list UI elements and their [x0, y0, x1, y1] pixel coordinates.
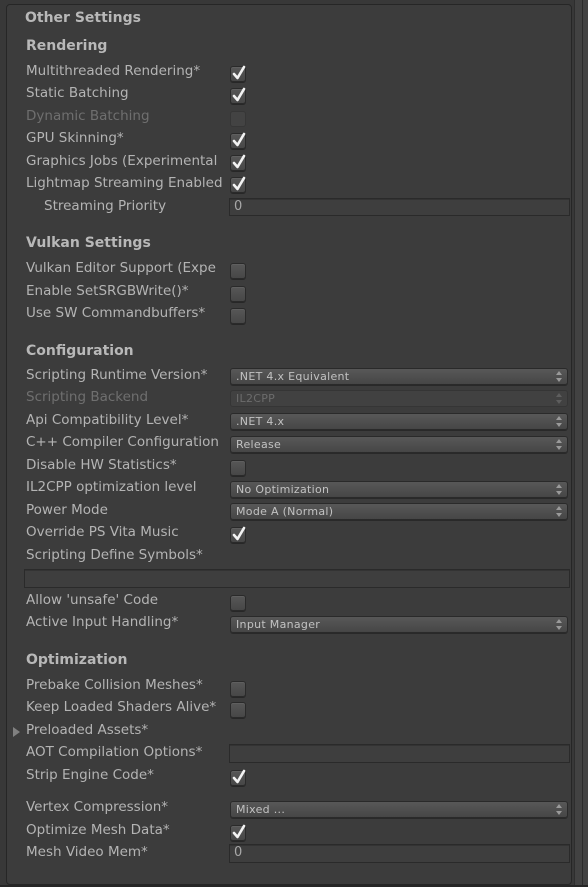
api-compat-dropdown[interactable]: .NET 4.x — [230, 413, 568, 430]
power-mode-dropdown[interactable]: Mode A (Normal) — [230, 503, 568, 520]
section-rendering: Rendering — [26, 38, 108, 54]
keep-shaders-checkbox[interactable] — [230, 702, 246, 718]
set-srgb-write-checkbox[interactable] — [230, 286, 246, 302]
strip-engine-checkbox[interactable] — [230, 769, 246, 786]
gpu-skinning-label: GPU Skinning* — [26, 130, 124, 146]
mesh-video-mem-value: 0 — [234, 845, 243, 860]
define-symbols-field[interactable] — [24, 569, 570, 588]
vertex-compression-label: Vertex Compression* — [26, 799, 169, 815]
checkmark-icon — [232, 132, 246, 147]
streaming-priority-value: 0 — [234, 199, 243, 214]
prebake-collision-label: Prebake Collision Meshes* — [26, 677, 203, 693]
dropdown-arrows-icon — [556, 804, 562, 815]
aot-options-field[interactable] — [229, 744, 570, 763]
vulkan-editor-support-checkbox[interactable] — [230, 263, 246, 279]
checkmark-icon — [232, 176, 246, 191]
scrollbar-divider — [582, 0, 583, 887]
checkmark-icon — [232, 154, 246, 169]
active-input-label: Active Input Handling* — [26, 614, 179, 630]
il2cpp-opt-dropdown[interactable]: No Optimization — [230, 481, 568, 498]
vertex-compression-value: Mixed ... — [236, 803, 286, 816]
dropdown-arrows-icon — [556, 393, 562, 404]
lightmap-streaming-checkbox[interactable] — [230, 176, 246, 193]
foldout-arrow-icon[interactable] — [13, 727, 20, 737]
multithreaded-rendering-checkbox[interactable] — [230, 65, 246, 82]
cpp-compiler-value: Release — [236, 438, 282, 451]
gpu-skinning-checkbox[interactable] — [230, 132, 246, 149]
static-batching-checkbox[interactable] — [230, 87, 246, 104]
allow-unsafe-checkbox[interactable] — [230, 595, 246, 611]
scripting-backend-dropdown: IL2CPP — [230, 390, 568, 407]
set-srgb-write-label: Enable SetSRGBWrite()* — [26, 283, 189, 299]
disable-hw-stats-label: Disable HW Statistics* — [26, 457, 177, 473]
dropdown-arrows-icon — [556, 371, 562, 382]
override-vita-music-checkbox[interactable] — [230, 526, 246, 543]
checkmark-icon — [232, 87, 246, 102]
checkmark-icon — [232, 526, 246, 541]
scripting-backend-value: IL2CPP — [236, 392, 276, 405]
vertex-compression-dropdown[interactable]: Mixed ... — [230, 801, 568, 818]
lightmap-streaming-label: Lightmap Streaming Enabled — [26, 175, 223, 191]
active-input-dropdown[interactable]: Input Manager — [230, 616, 568, 633]
preloaded-assets-foldout[interactable]: Preloaded Assets* — [26, 722, 148, 738]
il2cpp-opt-value: No Optimization — [236, 483, 330, 496]
optimize-mesh-label: Optimize Mesh Data* — [26, 822, 170, 838]
scripting-backend-label: Scripting Backend — [26, 389, 149, 405]
vulkan-editor-support-label: Vulkan Editor Support (Expe — [26, 260, 216, 276]
scripting-runtime-label: Scripting Runtime Version* — [26, 367, 208, 383]
checkmark-icon — [232, 65, 246, 80]
aot-options-label: AOT Compilation Options* — [26, 744, 203, 760]
api-compat-label: Api Compatibility Level* — [26, 412, 189, 428]
mesh-video-mem-field[interactable]: 0 — [229, 844, 570, 863]
il2cpp-opt-label: IL2CPP optimization level — [26, 479, 197, 495]
sw-commandbuffers-label: Use SW Commandbuffers* — [26, 305, 206, 321]
scripting-runtime-dropdown[interactable]: .NET 4.x Equivalent — [230, 368, 568, 385]
dropdown-arrows-icon — [556, 439, 562, 450]
active-input-value: Input Manager — [236, 618, 321, 631]
cpp-compiler-dropdown[interactable]: Release — [230, 436, 568, 453]
mesh-video-mem-label: Mesh Video Mem* — [26, 844, 148, 860]
strip-engine-label: Strip Engine Code* — [26, 767, 154, 783]
graphics-jobs-label: Graphics Jobs (Experimental — [26, 153, 218, 169]
section-optimization: Optimization — [26, 652, 128, 668]
static-batching-label: Static Batching — [26, 85, 129, 101]
sw-commandbuffers-checkbox[interactable] — [230, 308, 246, 324]
define-symbols-label: Scripting Define Symbols* — [26, 547, 203, 563]
power-mode-value: Mode A (Normal) — [236, 505, 334, 518]
streaming-priority-field[interactable]: 0 — [229, 198, 570, 216]
prebake-collision-checkbox[interactable] — [230, 681, 246, 697]
multithreaded-rendering-label: Multithreaded Rendering* — [26, 63, 201, 79]
dynamic-batching-checkbox — [230, 111, 246, 127]
section-vulkan: Vulkan Settings — [26, 235, 151, 251]
power-mode-label: Power Mode — [26, 502, 108, 518]
disable-hw-stats-checkbox[interactable] — [230, 460, 246, 476]
scripting-runtime-value: .NET 4.x Equivalent — [236, 370, 350, 383]
allow-unsafe-label: Allow 'unsafe' Code — [26, 592, 159, 608]
section-configuration: Configuration — [26, 343, 134, 359]
streaming-priority-label: Streaming Priority — [44, 198, 167, 214]
cpp-compiler-label: C++ Compiler Configuration — [26, 434, 219, 450]
checkmark-icon — [232, 824, 246, 839]
checkmark-icon — [232, 769, 246, 784]
dropdown-arrows-icon — [556, 619, 562, 630]
optimize-mesh-checkbox[interactable] — [230, 824, 246, 841]
dropdown-arrows-icon — [556, 416, 562, 427]
keep-shaders-label: Keep Loaded Shaders Alive* — [26, 699, 217, 715]
dropdown-arrows-icon — [556, 484, 562, 495]
api-compat-value: .NET 4.x — [236, 415, 285, 428]
scrollbar[interactable] — [574, 0, 588, 887]
override-vita-music-label: Override PS Vita Music — [26, 524, 179, 540]
panel-title: Other Settings — [25, 10, 141, 26]
dynamic-batching-label: Dynamic Batching — [26, 108, 150, 124]
graphics-jobs-checkbox[interactable] — [230, 154, 246, 171]
dropdown-arrows-icon — [556, 506, 562, 517]
